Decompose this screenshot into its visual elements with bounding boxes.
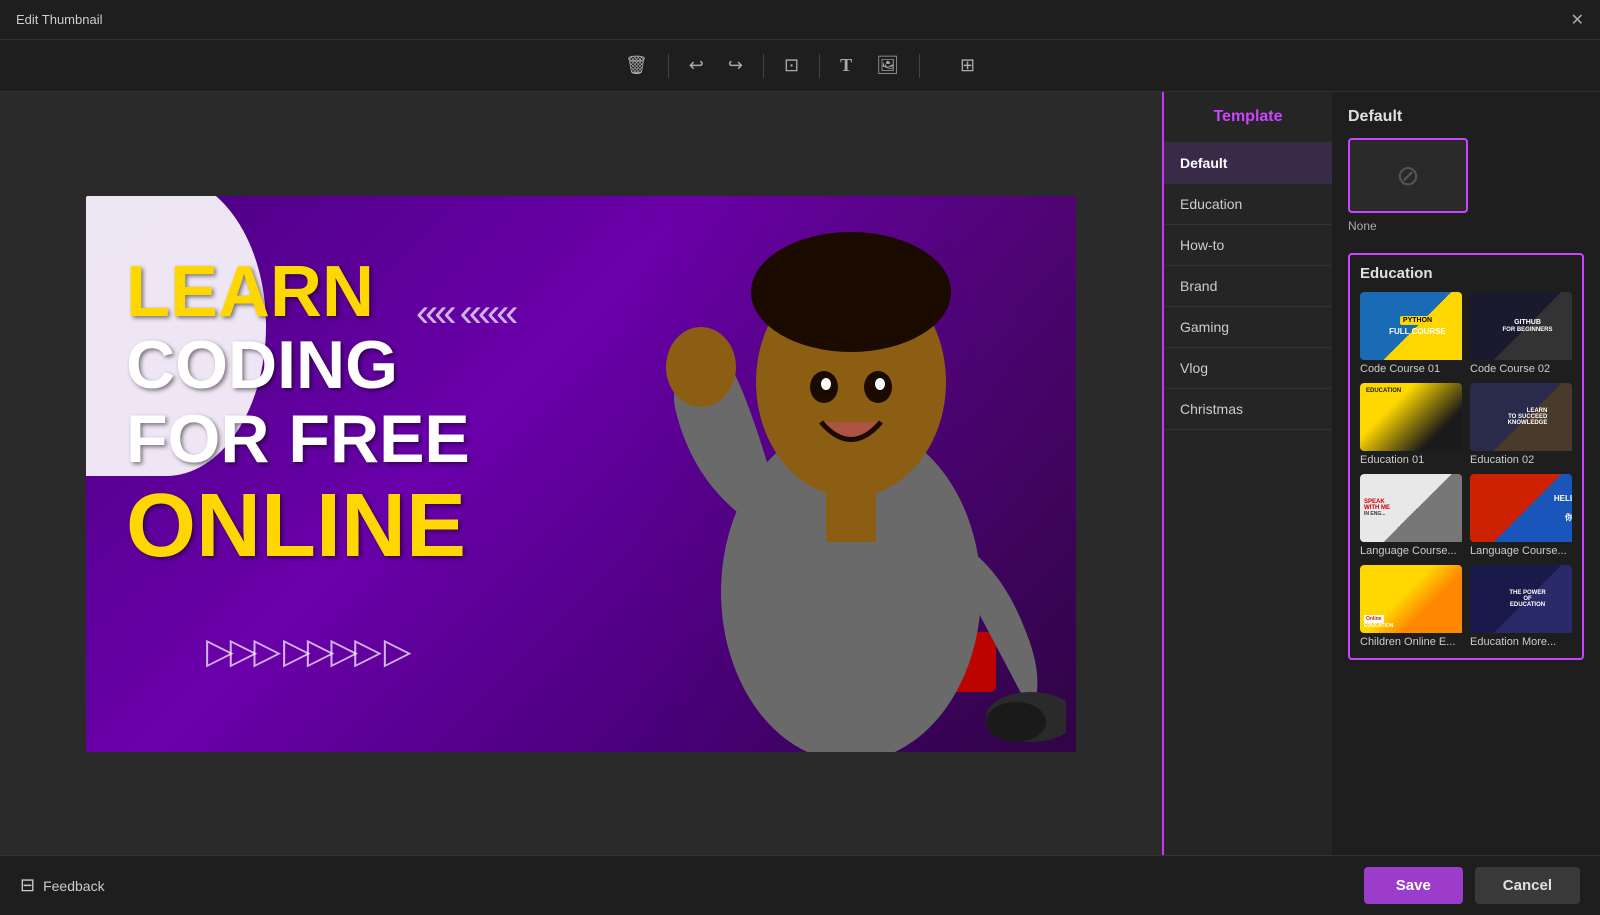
online-text: ONLINE — [126, 477, 470, 576]
thumbnail-canvas: LEARN CODING FOR FREE ONLINE «« ««« ▷▷▷ … — [86, 196, 1076, 752]
education-template-grid: PYTHON FULL COURSE ⬇ Code Course 01 GITH… — [1360, 292, 1572, 648]
person-overlay — [626, 196, 1076, 752]
default-section: Default ⊘ None — [1348, 108, 1584, 233]
template-list: Default Education How-to Brand Gaming Vl… — [1164, 143, 1332, 855]
card-img-education-more: THE POWEROFEDUCATION ⬇ — [1470, 565, 1572, 633]
arrows-bottom: ▷▷▷ ▷▷▷▷ ▷ — [206, 630, 408, 672]
template-card-children-online[interactable]: Online EDUCATION ⬇ Children Online E... — [1360, 565, 1462, 648]
bottom-bar: ⊟ Feedback Save Cancel — [0, 855, 1600, 915]
card-img-language-course-01: SPEAK WITH ME IN ENG... ⬇ — [1360, 474, 1462, 542]
delete-icon[interactable]: 🗑 — [617, 49, 656, 82]
toolbar-divider-3 — [819, 54, 820, 78]
feedback-button[interactable]: ⊟ Feedback — [20, 875, 105, 896]
template-item-christmas[interactable]: Christmas — [1164, 389, 1332, 430]
feedback-icon: ⊟ — [20, 875, 35, 896]
template-card-code-course-01[interactable]: PYTHON FULL COURSE ⬇ Code Course 01 — [1360, 292, 1462, 375]
template-panel-title: Template — [1213, 108, 1282, 125]
card-img-code-course-01: PYTHON FULL COURSE ⬇ — [1360, 292, 1462, 360]
template-item-brand[interactable]: Brand — [1164, 266, 1332, 307]
toolbar-divider-2 — [763, 54, 764, 78]
layout-icon[interactable]: ⊞ — [952, 49, 983, 82]
details-panel: Default ⊘ None Education PYTHON FULL COU… — [1332, 92, 1600, 855]
none-label: None — [1348, 219, 1377, 233]
template-item-gaming[interactable]: Gaming — [1164, 307, 1332, 348]
for-free-text: FOR FREE — [126, 402, 470, 477]
template-card-code-course-02[interactable]: GITHUBFOR BEGINNERS ⬇ Code Course 02 — [1470, 292, 1572, 375]
feedback-label: Feedback — [43, 878, 104, 894]
default-section-title: Default — [1348, 108, 1584, 126]
card-label-language-course-02: Language Course... — [1470, 545, 1572, 557]
none-thumbnail[interactable]: ⊘ — [1348, 138, 1468, 213]
close-button[interactable]: ✕ — [1571, 10, 1584, 30]
card-img-education-02: LEARNTO SUCCEEDKNOWLEDGE ⬇ — [1470, 383, 1572, 451]
text-icon[interactable]: T — [832, 49, 860, 82]
save-button[interactable]: Save — [1364, 867, 1463, 904]
crop-icon[interactable]: ⊡ — [776, 49, 807, 82]
undo-icon[interactable]: ↩ — [681, 49, 712, 82]
arrows-top: «« ««« — [416, 291, 514, 336]
cancel-button[interactable]: Cancel — [1475, 867, 1580, 904]
title-bar: Edit Thumbnail ✕ — [0, 0, 1600, 40]
card-label-children-online: Children Online E... — [1360, 636, 1462, 648]
dialog-title: Edit Thumbnail — [16, 12, 102, 27]
template-card-education-02[interactable]: LEARNTO SUCCEEDKNOWLEDGE ⬇ Education 02 — [1470, 383, 1572, 466]
card-label-code-course-01: Code Course 01 — [1360, 363, 1462, 375]
card-label-education-01: Education 01 — [1360, 454, 1462, 466]
canvas-area: LEARN CODING FOR FREE ONLINE «« ««« ▷▷▷ … — [0, 92, 1162, 855]
card-img-code-course-02: GITHUBFOR BEGINNERS ⬇ — [1470, 292, 1572, 360]
card-label-code-course-02: Code Course 02 — [1470, 363, 1572, 375]
toolbar: 🗑 ↩ ↪ ⊡ T 🖼 ⊞ — [0, 40, 1600, 92]
card-label-language-course-01: Language Course... — [1360, 545, 1462, 557]
card-img-language-course-02: HELLO → 你好 ⬇ — [1470, 474, 1572, 542]
template-item-how-to[interactable]: How-to — [1164, 225, 1332, 266]
template-card-language-course-01[interactable]: SPEAK WITH ME IN ENG... ⬇ Language Cours… — [1360, 474, 1462, 557]
toolbar-divider-4 — [919, 54, 920, 78]
coding-text: CODING — [126, 328, 470, 403]
card-img-children-online: Online EDUCATION ⬇ — [1360, 565, 1462, 633]
person-svg — [636, 212, 1066, 752]
template-card-education-more[interactable]: THE POWEROFEDUCATION ⬇ Education More... — [1470, 565, 1572, 648]
card-label-education-more: Education More... — [1470, 636, 1572, 648]
bottom-actions: Save Cancel — [1364, 867, 1580, 904]
template-panel-header: Template — [1164, 92, 1332, 143]
main-content: LEARN CODING FOR FREE ONLINE «« ««« ▷▷▷ … — [0, 92, 1600, 855]
education-section-title: Education — [1360, 265, 1572, 282]
toolbar-divider — [668, 54, 669, 78]
template-card-education-01[interactable]: EDUCATION CHANGES LIVES ⬇ Education 01 — [1360, 383, 1462, 466]
card-img-education-01: EDUCATION CHANGES LIVES ⬇ — [1360, 383, 1462, 451]
template-item-education[interactable]: Education — [1164, 184, 1332, 225]
education-section: Education PYTHON FULL COURSE ⬇ Code Cour… — [1348, 253, 1584, 660]
template-item-vlog[interactable]: Vlog — [1164, 348, 1332, 389]
template-card-language-course-02[interactable]: HELLO → 你好 ⬇ Language Course... — [1470, 474, 1572, 557]
none-icon: ⊘ — [1396, 159, 1419, 192]
image-icon[interactable]: 🖼 — [868, 49, 907, 82]
card-label-education-02: Education 02 — [1470, 454, 1572, 466]
redo-icon[interactable]: ↪ — [720, 49, 751, 82]
template-panel: Template Default Education How-to Brand … — [1162, 92, 1332, 855]
template-item-default[interactable]: Default — [1164, 143, 1332, 184]
